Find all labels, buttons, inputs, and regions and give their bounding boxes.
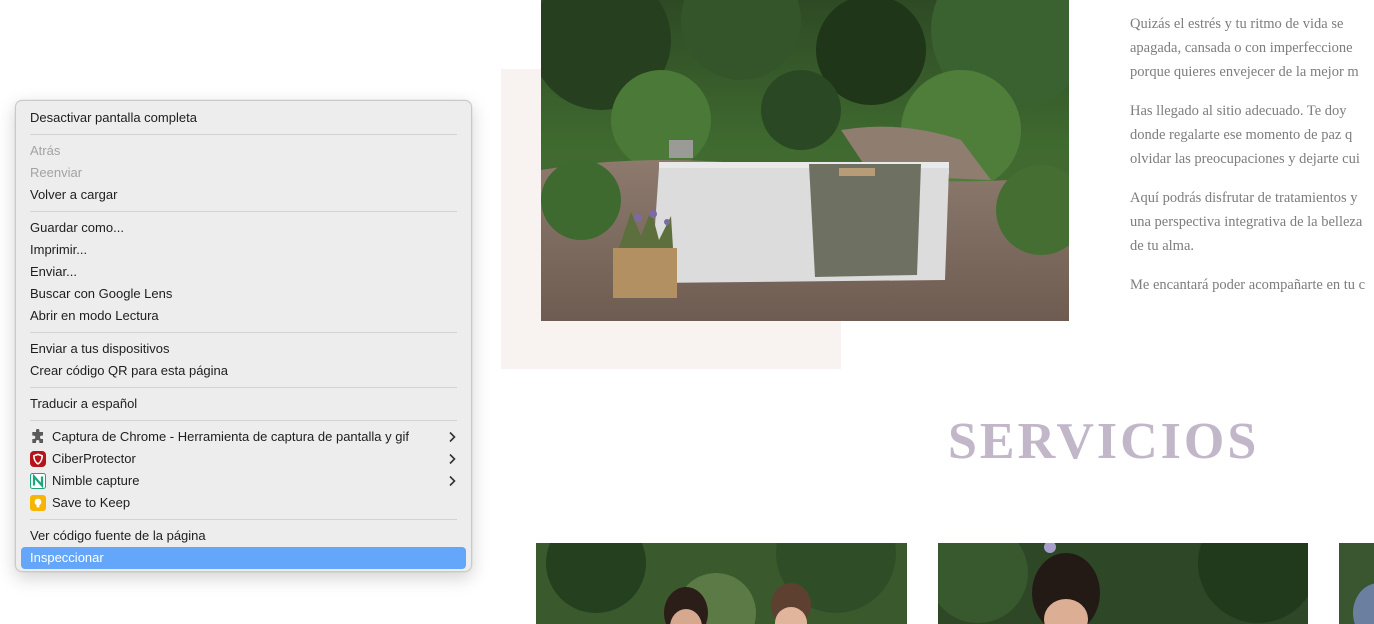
menu-item-label: Reenviar: [30, 165, 83, 180]
text-line: Aquí podrás disfrutar de tratamientos y: [1130, 190, 1358, 206]
menu-item-label: Guardar como...: [30, 220, 124, 235]
menu-item-save-to-keep[interactable]: Save to Keep: [21, 492, 466, 514]
intro-paragraph-4: Me encantará poder acompañarte en tu c: [1130, 273, 1374, 297]
menu-item-label: Inspeccionar: [30, 550, 104, 565]
keep-bulb-icon: [30, 495, 46, 511]
chevron-right-icon: [448, 470, 456, 492]
service-card-image-3[interactable]: [1339, 543, 1374, 624]
menu-item-label: Imprimir...: [30, 242, 88, 257]
chevron-right-icon: [448, 448, 456, 470]
intro-paragraph-3: Aquí podrás disfrutar de tratamientos y …: [1130, 186, 1374, 258]
menu-item-label: Nimble capture: [52, 473, 140, 488]
menu-item-label: Ver código fuente de la página: [30, 528, 206, 543]
menu-item-ciberprotector[interactable]: CiberProtector: [21, 448, 466, 470]
menu-separator: [30, 332, 457, 333]
menu-separator: [30, 211, 457, 212]
hero-photo-massage-table-forest: [541, 0, 1069, 321]
service-card-image-1[interactable]: [536, 543, 907, 624]
menu-item-send[interactable]: Enviar...: [21, 261, 466, 283]
menu-item-label: Captura de Chrome - Herramienta de captu…: [52, 429, 409, 444]
services-heading: SERVICIOS: [948, 413, 1260, 470]
context-menu: Desactivar pantalla completa Atrás Reenv…: [15, 100, 472, 572]
service-card-image-2[interactable]: [938, 543, 1308, 624]
menu-item-label: Traducir a español: [30, 396, 138, 411]
menu-item-label: Enviar a tus dispositivos: [30, 341, 170, 356]
menu-item-label: Abrir en modo Lectura: [30, 308, 159, 323]
text-line: Quizás el estrés y tu ritmo de vida se: [1130, 16, 1344, 32]
ciberprotector-shield-icon: [30, 451, 46, 467]
menu-item-save-as[interactable]: Guardar como...: [21, 217, 466, 239]
text-line: olvidar las preocupaciones y dejarte cui: [1130, 151, 1360, 167]
menu-item-create-qr[interactable]: Crear código QR para esta página: [21, 360, 466, 382]
text-line: Me encantará poder acompañarte en tu c: [1130, 277, 1366, 293]
menu-item-nimble-capture[interactable]: Nimble capture: [21, 470, 466, 492]
menu-item-translate[interactable]: Traducir a español: [21, 393, 466, 415]
menu-item-label: Volver a cargar: [30, 187, 118, 202]
menu-item-label: Crear código QR para esta página: [30, 363, 229, 378]
menu-separator: [30, 387, 457, 388]
text-line: una perspectiva integrativa de la bellez…: [1130, 214, 1363, 230]
menu-item-chrome-capture[interactable]: Captura de Chrome - Herramienta de captu…: [21, 426, 466, 448]
menu-item-label: Enviar...: [30, 264, 77, 279]
menu-item-print[interactable]: Imprimir...: [21, 239, 466, 261]
text-line: apagada, cansada o con imperfeccione: [1130, 40, 1353, 56]
menu-item-forward: Reenviar: [21, 162, 466, 184]
menu-item-inspect[interactable]: Inspeccionar: [21, 547, 466, 569]
chevron-right-icon: [448, 426, 456, 448]
menu-item-label: Desactivar pantalla completa: [30, 110, 197, 125]
browser-page: Quizás el estrés y tu ritmo de vida se a…: [0, 0, 1374, 624]
menu-item-view-source[interactable]: Ver código fuente de la página: [21, 525, 466, 547]
menu-item-label: Atrás: [30, 143, 61, 158]
text-line: Has llegado al sitio adecuado. Te doy: [1130, 103, 1347, 119]
menu-item-send-to-devices[interactable]: Enviar a tus dispositivos: [21, 338, 466, 360]
menu-item-exit-fullscreen[interactable]: Desactivar pantalla completa: [21, 107, 466, 129]
menu-item-google-lens[interactable]: Buscar con Google Lens: [21, 283, 466, 305]
text-line: porque quieres envejecer de la mejor m: [1130, 64, 1359, 80]
intro-paragraph-2: Has llegado al sitio adecuado. Te doy do…: [1130, 99, 1374, 171]
intro-paragraph-1: Quizás el estrés y tu ritmo de vida se a…: [1130, 12, 1374, 84]
menu-item-label: Save to Keep: [52, 495, 131, 510]
menu-item-label: CiberProtector: [52, 451, 136, 466]
menu-item-back: Atrás: [21, 140, 466, 162]
menu-separator: [30, 420, 457, 421]
menu-item-reading-mode[interactable]: Abrir en modo Lectura: [21, 305, 466, 327]
menu-separator: [30, 519, 457, 520]
menu-item-reload[interactable]: Volver a cargar: [21, 184, 466, 206]
text-line: donde regalarte ese momento de paz q: [1130, 127, 1353, 143]
nimble-n-icon: [30, 473, 46, 489]
menu-item-label: Buscar con Google Lens: [30, 286, 173, 301]
intro-text: Quizás el estrés y tu ritmo de vida se a…: [1130, 12, 1374, 312]
text-line: de tu alma.: [1130, 238, 1195, 254]
menu-separator: [30, 134, 457, 135]
puzzle-icon: [30, 429, 46, 445]
